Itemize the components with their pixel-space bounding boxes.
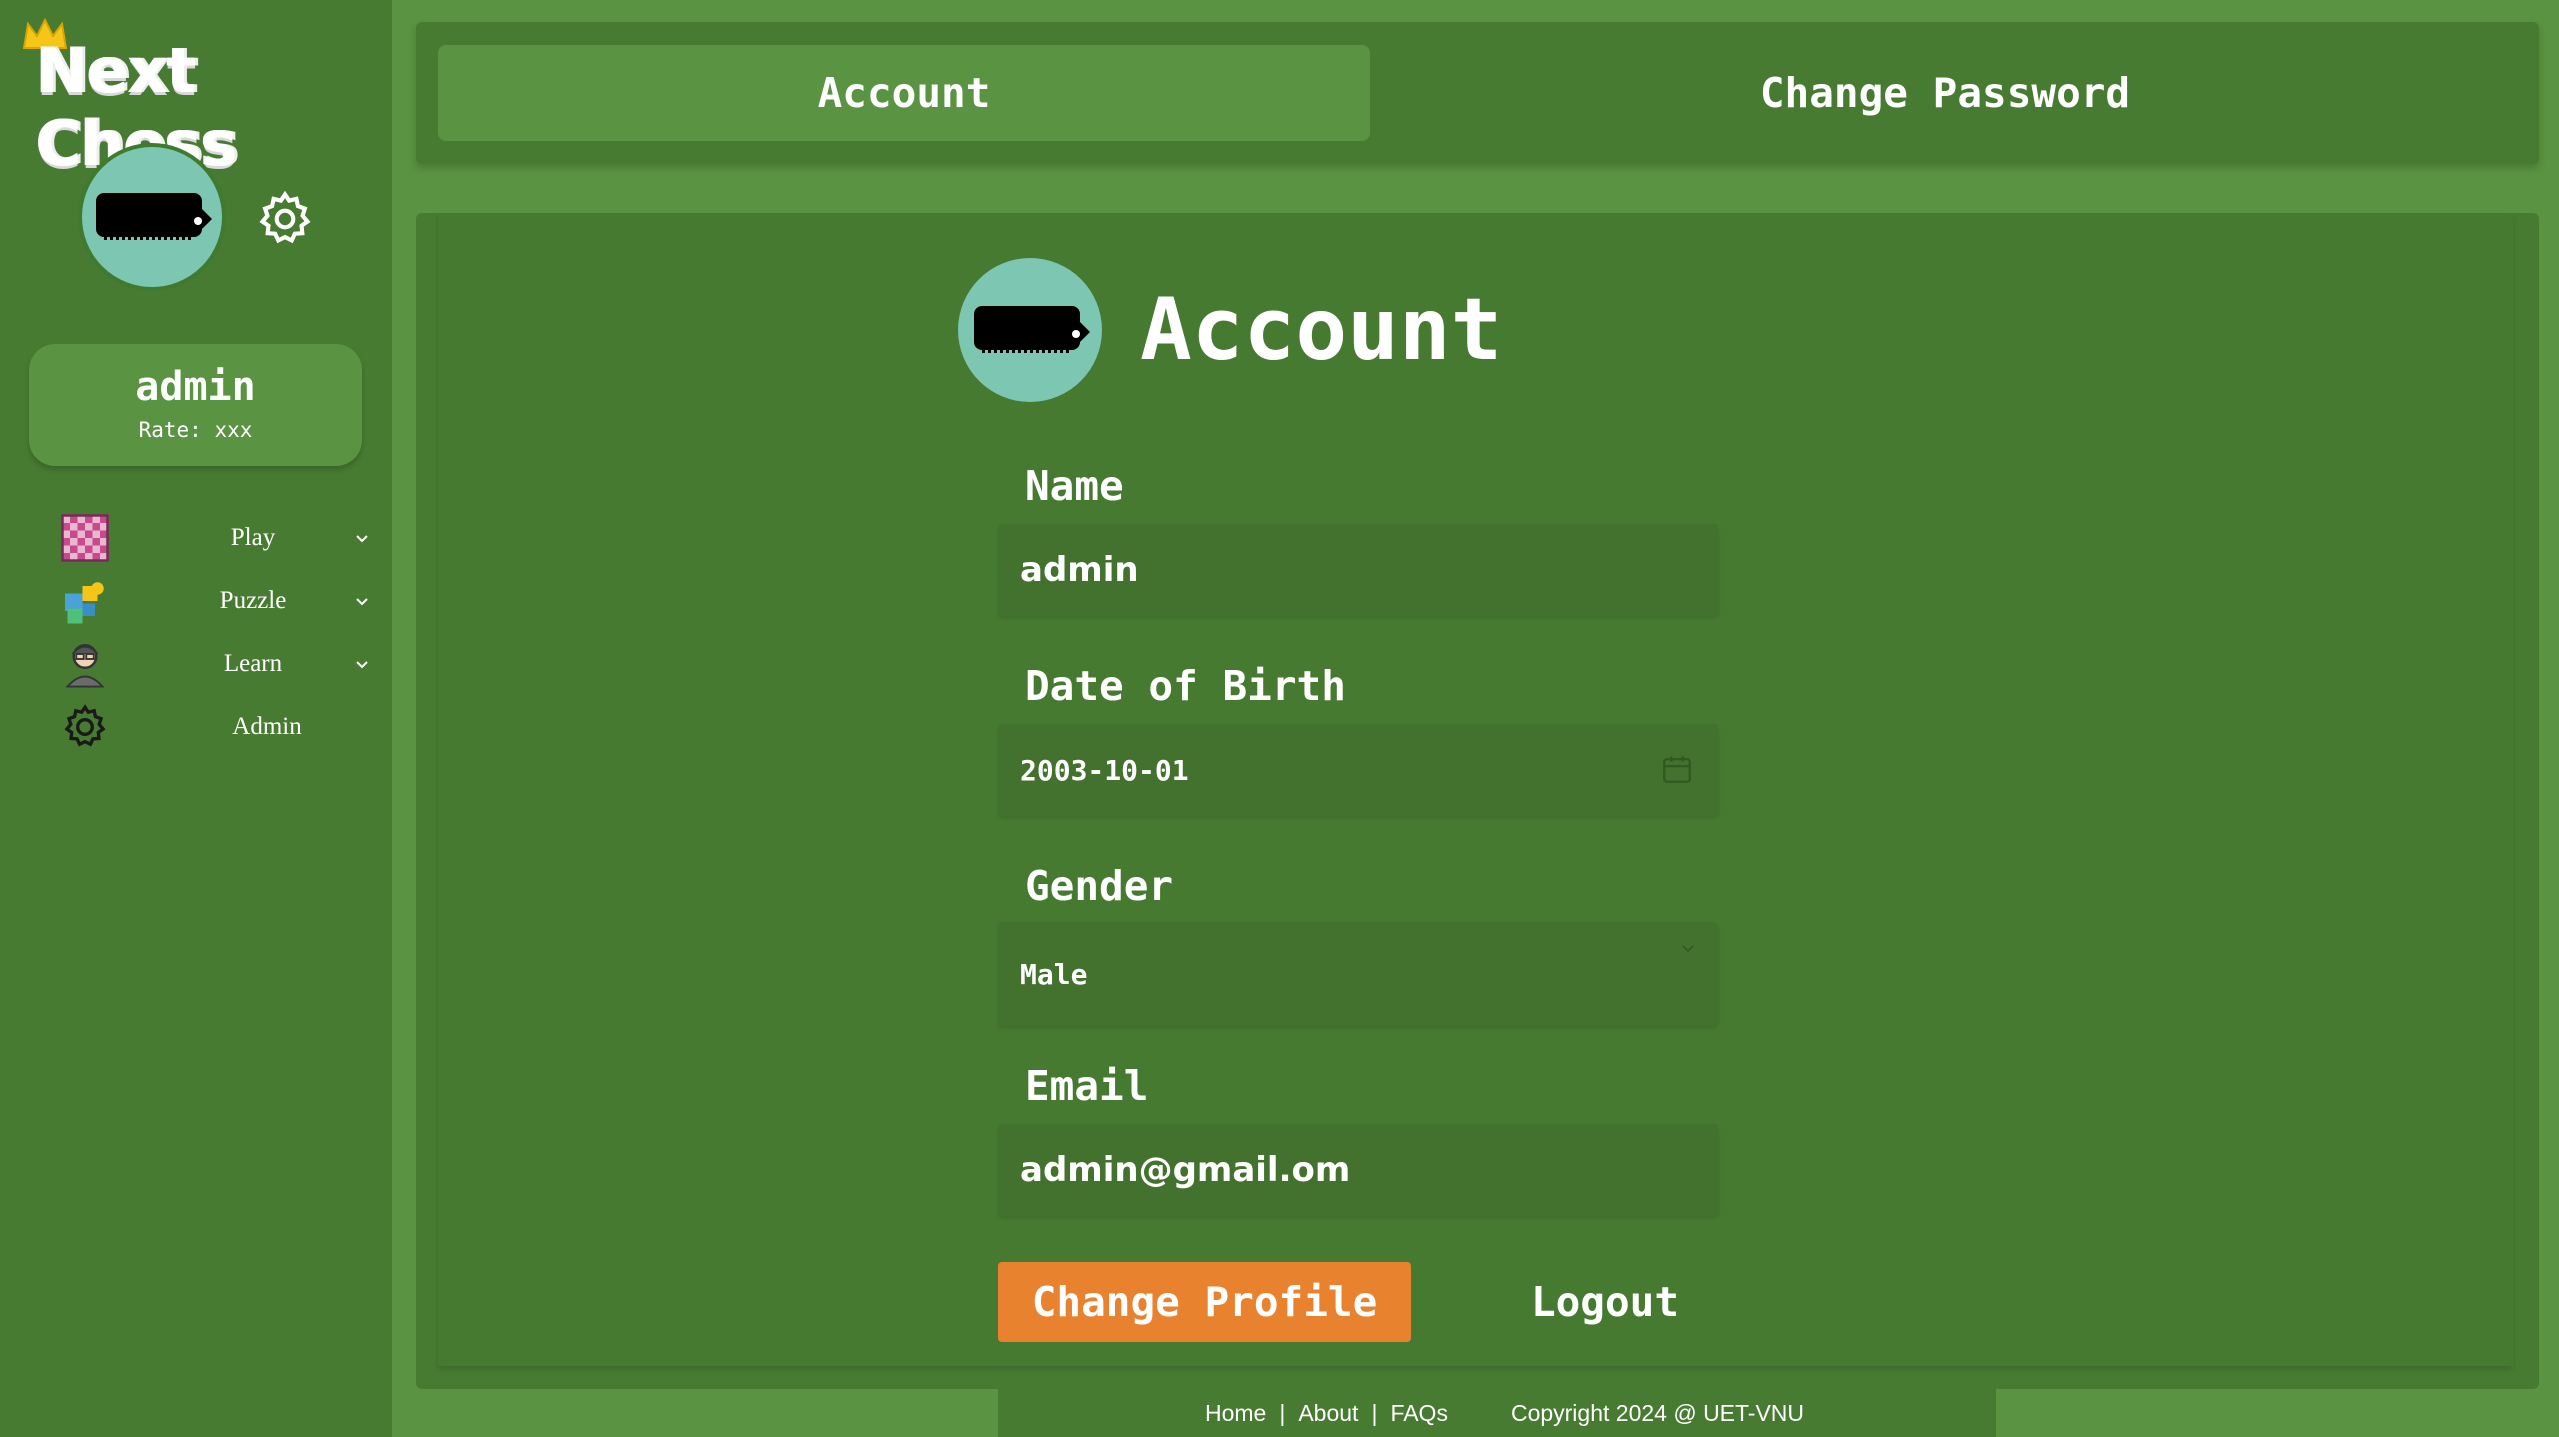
sidebar-item-label: Admin (232, 712, 302, 740)
sidebar: Next Chess admin Rate: xxx (0, 0, 392, 1437)
tab-change-password[interactable]: Change Password (1370, 45, 2520, 141)
settings-gear-icon[interactable] (254, 188, 316, 250)
footer-link-faqs[interactable]: FAQs (1390, 1400, 1448, 1427)
email-field[interactable]: admin@gmail.om (998, 1124, 1718, 1216)
footer-link-about[interactable]: About (1298, 1400, 1358, 1427)
account-tabs: Account Change Password (416, 22, 2539, 164)
user-rate: Rate: xxx (138, 418, 253, 442)
dob-field[interactable]: 2003-10-01 (998, 724, 1718, 816)
chessboard-icon (61, 513, 109, 562)
page-title: Account (1140, 280, 1503, 380)
calendar-icon[interactable] (1660, 752, 1694, 786)
footer-separator: | (1279, 1399, 1286, 1426)
avatar-image (96, 193, 212, 240)
footer: Home | About | FAQs Copyright 2024 @ UET… (998, 1389, 1996, 1437)
avatar[interactable] (78, 143, 226, 291)
gender-select[interactable]: Male (998, 922, 1718, 1026)
sidebar-item-puzzle[interactable]: Puzzle (44, 569, 368, 632)
sidebar-nav: Play Puzzle Learn Admin (44, 506, 368, 758)
account-avatar[interactable] (958, 258, 1102, 402)
dob-value: 2003-10-01 (1020, 753, 1189, 787)
footer-links: Home | About | FAQs (1205, 1400, 1448, 1427)
copyright: Copyright 2024 @ UET-VNU (1510, 1399, 1805, 1426)
username: admin (135, 364, 256, 410)
footer-link-home[interactable]: Home (1205, 1400, 1266, 1427)
puzzle-icon (65, 581, 104, 623)
sidebar-item-label: Play (230, 523, 276, 551)
logout-button[interactable]: Logout (1500, 1262, 1710, 1342)
user-card: admin Rate: xxx (29, 344, 362, 466)
sidebar-item-label: Learn (223, 649, 283, 677)
admin-gear-icon (64, 703, 106, 747)
sidebar-item-admin[interactable]: Admin (44, 695, 364, 758)
chevron-down-icon[interactable] (352, 654, 372, 674)
tab-account[interactable]: Account (438, 45, 1370, 141)
dob-label: Date of Birth (1025, 662, 1346, 710)
name-label: Name (1025, 462, 1124, 510)
name-field[interactable]: admin (998, 524, 1718, 616)
avatar-image (974, 306, 1090, 353)
gender-label: Gender (1025, 862, 1174, 910)
email-label: Email (1025, 1062, 1149, 1110)
teacher-icon (65, 643, 105, 687)
logo[interactable]: Next Chess (22, 18, 392, 180)
chevron-down-icon (1682, 945, 1694, 953)
footer-separator: | (1371, 1399, 1378, 1426)
change-profile-button[interactable]: Change Profile (998, 1262, 1411, 1342)
chevron-down-icon[interactable] (352, 591, 372, 611)
gender-value: Male (1020, 957, 1088, 991)
chevron-down-icon[interactable] (352, 528, 372, 548)
sidebar-item-play[interactable]: Play (44, 506, 368, 569)
logo-text: Next Chess (36, 34, 238, 180)
sidebar-item-label: Puzzle (219, 586, 287, 614)
sidebar-item-learn[interactable]: Learn (44, 632, 368, 695)
